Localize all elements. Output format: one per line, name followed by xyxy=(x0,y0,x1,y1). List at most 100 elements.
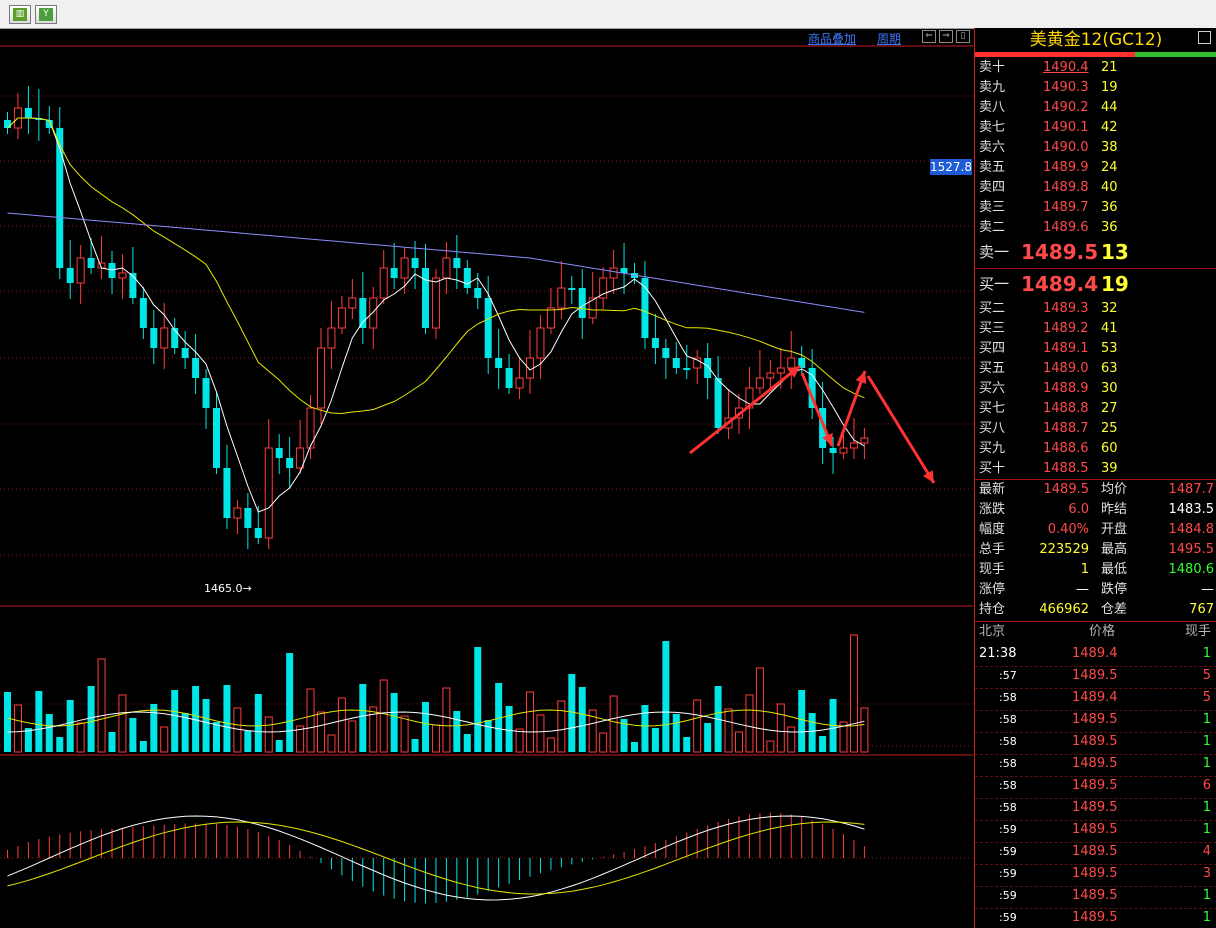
instrument-title: 美黄金12(GC12) xyxy=(1029,30,1163,50)
volume-bar xyxy=(66,700,74,752)
stat-label: 涨跌 xyxy=(979,502,1006,517)
filter-icon[interactable]: Y xyxy=(35,5,57,24)
bid-level-9[interactable]: 买九 1488.6 60 xyxy=(975,439,1216,459)
zoom-icon[interactable]: ▯ xyxy=(956,30,970,43)
stat-label: 最低 xyxy=(1101,562,1128,577)
tick-row[interactable]: :58 1489.5 1 xyxy=(975,754,1216,774)
period-link[interactable]: 周期 xyxy=(877,30,901,47)
candle-body xyxy=(536,327,545,359)
scroll-right-icon[interactable]: ⇒ xyxy=(939,30,953,43)
ask-level-2[interactable]: 卖二 1489.6 36 xyxy=(975,218,1216,238)
scroll-left-icon[interactable]: ⇐ xyxy=(922,30,936,43)
volume-bar xyxy=(453,711,461,752)
bid-level-8[interactable]: 买八 1488.7 25 xyxy=(975,419,1216,439)
tick-row[interactable]: :59 1489.5 1 xyxy=(975,886,1216,906)
candle-body xyxy=(87,258,95,268)
level-volume: 21 xyxy=(1101,60,1118,75)
level-price: 1489.8 xyxy=(1043,180,1089,195)
ask-level-1[interactable]: 卖一 1489.5 13 xyxy=(975,242,1216,262)
stat-label: 昨结 xyxy=(1101,502,1128,517)
volume-bar xyxy=(672,714,680,752)
volume-bar xyxy=(181,713,189,752)
overlay-link[interactable]: 商品叠加 xyxy=(808,30,856,47)
volume-bar xyxy=(745,694,754,753)
bid-level-6[interactable]: 买六 1488.9 30 xyxy=(975,379,1216,399)
level-price: 1489.4 xyxy=(1021,272,1099,296)
level-volume: 36 xyxy=(1101,220,1118,235)
candle-body xyxy=(505,368,513,388)
level-volume: 60 xyxy=(1101,441,1118,456)
tick-price: 1489.5 xyxy=(1072,888,1118,903)
chart-icon[interactable]: ▥ xyxy=(9,5,31,24)
stat-value: 1487.7 xyxy=(1168,482,1215,497)
tick-volume: 1 xyxy=(1202,734,1211,749)
tick-row[interactable]: :58 1489.5 1 xyxy=(975,732,1216,752)
volume-bar xyxy=(422,702,429,752)
candle-body xyxy=(766,372,775,379)
ask-level-6[interactable]: 卖六 1490.0 38 xyxy=(975,138,1216,158)
tick-row[interactable]: :59 1489.5 4 xyxy=(975,842,1216,862)
tick-volume: 1 xyxy=(1202,756,1211,771)
volume-bar xyxy=(515,728,524,753)
stat-row: 持仓 466962 仓差 767 xyxy=(975,600,1216,620)
level-volume: 19 xyxy=(1101,272,1129,296)
level-volume: 25 xyxy=(1101,421,1118,436)
candle-body xyxy=(317,347,325,409)
maximize-icon[interactable] xyxy=(1198,31,1211,44)
divider xyxy=(975,710,1216,711)
tick-volume: 3 xyxy=(1202,866,1211,881)
ask-level-8[interactable]: 卖八 1490.2 44 xyxy=(975,98,1216,118)
candle-body xyxy=(327,327,336,349)
tick-row[interactable]: :58 1489.4 5 xyxy=(975,688,1216,708)
ask-level-5[interactable]: 卖五 1489.9 24 xyxy=(975,158,1216,178)
candle-body xyxy=(474,288,482,298)
candle-body xyxy=(568,288,576,290)
tick-volume: 5 xyxy=(1202,668,1211,683)
tick-row[interactable]: :59 1489.5 1 xyxy=(975,820,1216,840)
volume-bar xyxy=(798,690,806,752)
ask-level-9[interactable]: 卖九 1490.3 19 xyxy=(975,78,1216,98)
bid-level-2[interactable]: 买二 1489.3 32 xyxy=(975,299,1216,319)
bid-level-5[interactable]: 买五 1489.0 63 xyxy=(975,359,1216,379)
tick-time: :59 xyxy=(999,867,1017,880)
tick-row[interactable]: :59 1489.5 3 xyxy=(975,864,1216,884)
ask-level-7[interactable]: 卖七 1490.1 42 xyxy=(975,118,1216,138)
tick-row[interactable]: :57 1489.5 5 xyxy=(975,666,1216,686)
tick-row[interactable]: :58 1489.5 6 xyxy=(975,776,1216,796)
volume-bar xyxy=(129,718,137,752)
bid-level-10[interactable]: 买十 1488.5 39 xyxy=(975,459,1216,479)
candle-body xyxy=(672,358,680,368)
level-price: 1489.1 xyxy=(1043,341,1089,356)
tick-volume: 1 xyxy=(1202,822,1211,837)
level-label: 买十 xyxy=(979,461,1006,476)
bid-level-4[interactable]: 买四 1489.1 53 xyxy=(975,339,1216,359)
candle-body xyxy=(463,268,471,288)
stat-row: 最新 1489.5 均价 1487.7 xyxy=(975,480,1216,500)
volume-bar xyxy=(693,699,702,753)
bid-level-1[interactable]: 买一 1489.4 19 xyxy=(975,274,1216,294)
candle-body xyxy=(254,528,262,538)
annotation-arrow-up-2 xyxy=(836,370,867,447)
ask-level-3[interactable]: 卖三 1489.7 36 xyxy=(975,198,1216,218)
tick-time: :59 xyxy=(999,889,1017,902)
bid-level-3[interactable]: 买三 1489.2 41 xyxy=(975,319,1216,339)
stat-row: 总手 223529 最高 1495.5 xyxy=(975,540,1216,560)
tick-time: :58 xyxy=(999,735,1017,748)
stat-value: 1495.5 xyxy=(1168,542,1215,557)
bid-level-7[interactable]: 买七 1488.8 27 xyxy=(975,399,1216,419)
ask-level-10[interactable]: 卖十 1490.4 21 xyxy=(975,58,1216,78)
level-price: 1489.5 xyxy=(1021,240,1099,264)
level-volume: 42 xyxy=(1101,120,1118,135)
tick-time: :57 xyxy=(999,669,1017,682)
ask-level-4[interactable]: 卖四 1489.8 40 xyxy=(975,178,1216,198)
tick-row[interactable]: 21:38 1489.4 1 xyxy=(975,644,1216,664)
title-color-bar xyxy=(975,52,1216,57)
volume-bar xyxy=(390,693,398,752)
tick-row[interactable]: :58 1489.5 1 xyxy=(975,798,1216,818)
candle-body xyxy=(400,257,409,279)
annotation-arrow-down-2 xyxy=(866,375,936,484)
stat-row: 涨停 — 跌停 — xyxy=(975,580,1216,600)
volume-bar xyxy=(463,734,471,752)
tick-row[interactable]: :59 1489.5 1 xyxy=(975,908,1216,928)
tick-row[interactable]: :58 1489.5 1 xyxy=(975,710,1216,730)
